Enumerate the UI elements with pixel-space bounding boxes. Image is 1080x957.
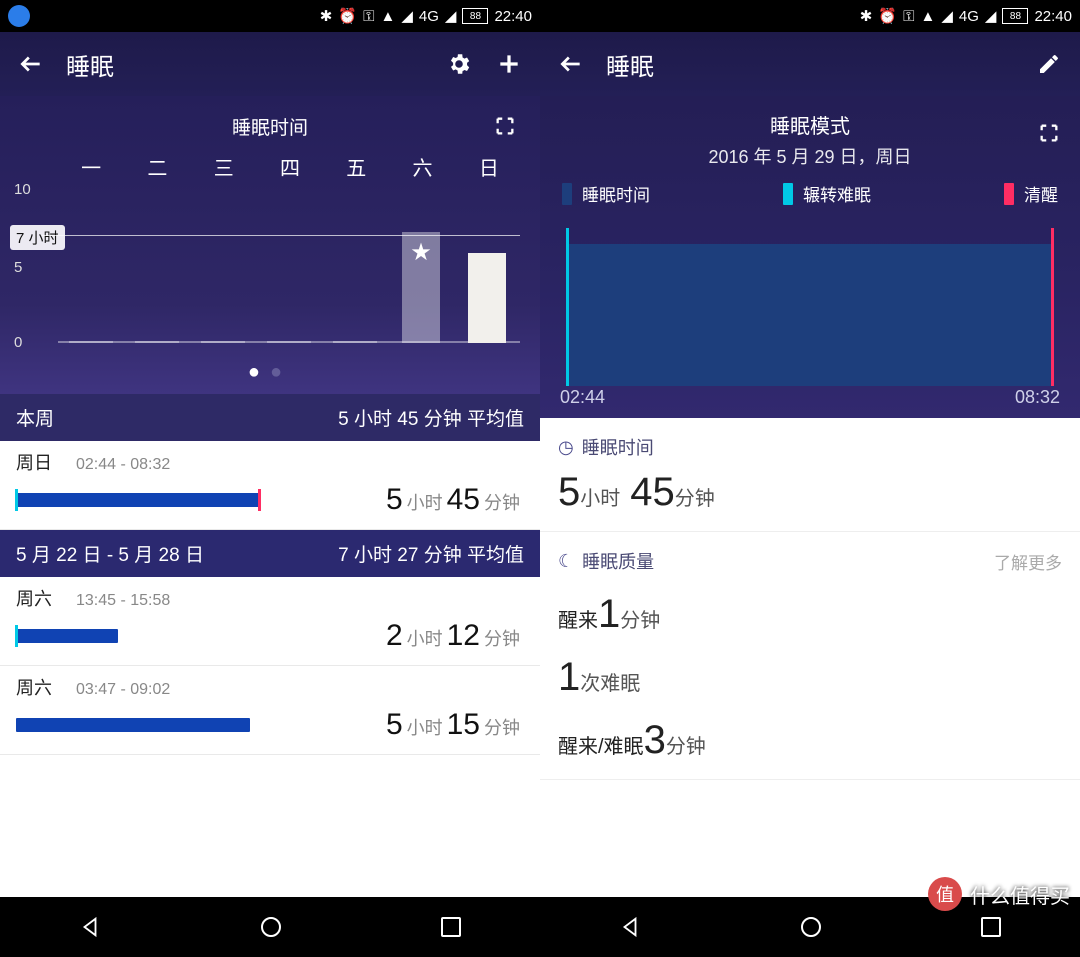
signal-icon: ◢ bbox=[941, 7, 953, 25]
clock-icon: ◷ bbox=[558, 437, 574, 458]
sleep-entry[interactable]: 周六03:47 - 09:02 5小时15分钟 bbox=[0, 666, 540, 755]
quality-label: 睡眠质量 bbox=[582, 548, 654, 574]
nav-home[interactable] bbox=[259, 915, 283, 939]
settings-button[interactable] bbox=[444, 49, 474, 79]
chart-title: 睡眠模式 bbox=[556, 110, 1064, 139]
wifi-icon: ▲ bbox=[920, 8, 935, 25]
app-bar: 睡眠 bbox=[0, 32, 540, 96]
legend-asleep: 睡眠时间 bbox=[582, 181, 650, 206]
sleep-entry[interactable]: 周日02:44 - 08:32 5小时45分钟 bbox=[0, 441, 540, 530]
back-button[interactable] bbox=[556, 49, 586, 79]
legend: 睡眠时间 辗转难眠 清醒 bbox=[556, 169, 1064, 212]
moon-icon: ☾ bbox=[558, 551, 574, 572]
alarm-icon: ⏰ bbox=[878, 7, 897, 25]
wifi-icon: ▲ bbox=[380, 8, 395, 25]
page-title: 睡眠 bbox=[606, 47, 1014, 82]
weekday-labels: 一二三四五六日 bbox=[10, 146, 530, 185]
qq-icon bbox=[8, 5, 30, 27]
bluetooth-icon: ✱ bbox=[320, 7, 333, 25]
alarm-icon: ⏰ bbox=[338, 7, 357, 25]
fullscreen-button[interactable] bbox=[490, 111, 520, 141]
key-icon: ⚿ bbox=[363, 8, 374, 25]
sleep-entry[interactable]: 周六13:45 - 15:58 2小时12分钟 bbox=[0, 577, 540, 666]
nav-recent[interactable] bbox=[981, 917, 1001, 937]
quality-card: ☾ 睡眠质量 了解更多 醒来1分钟 1次难眠 醒来/难眠3分钟 bbox=[540, 532, 1080, 780]
section-header: 本周5 小时 45 分钟 平均值 bbox=[0, 394, 540, 441]
network-label: 4G bbox=[959, 8, 979, 25]
page-indicator[interactable]: ●● bbox=[10, 355, 530, 394]
ytick-10: 10 bbox=[14, 181, 31, 198]
signal2-icon: ◢ bbox=[985, 7, 997, 25]
signal2-icon: ◢ bbox=[445, 7, 457, 25]
nav-recent[interactable] bbox=[441, 917, 461, 937]
watermark-badge: 值 bbox=[928, 877, 962, 911]
android-nav bbox=[0, 897, 540, 957]
page-title: 睡眠 bbox=[66, 47, 424, 82]
right-screen: ✱ ⏰ ⚿ ▲ ◢ 4G ◢ 88 22:40 睡眠 睡眠模式 2016 年 5… bbox=[540, 0, 1080, 957]
battery-icon: 88 bbox=[462, 8, 488, 24]
bluetooth-icon: ✱ bbox=[860, 7, 873, 25]
ytick-0: 0 bbox=[14, 334, 22, 351]
chart-date: 2016 年 5 月 29 日，周日 bbox=[556, 143, 1064, 169]
left-screen: ✱ ⏰ ⚿ ▲ ◢ 4G ◢ 88 22:40 睡眠 睡眠时间 bbox=[0, 0, 540, 957]
duration-label: 睡眠时间 bbox=[582, 434, 654, 460]
goal-chip: 7 小时 bbox=[10, 225, 65, 250]
clock-text: 22:40 bbox=[1034, 8, 1072, 25]
network-label: 4G bbox=[419, 8, 439, 25]
nav-home[interactable] bbox=[799, 915, 823, 939]
status-bar: ✱ ⏰ ⚿ ▲ ◢ 4G ◢ 88 22:40 bbox=[0, 0, 540, 32]
sleep-graph: 02:44 08:32 bbox=[556, 218, 1064, 408]
add-button[interactable] bbox=[494, 49, 524, 79]
chart-title: 睡眠时间 bbox=[232, 113, 308, 140]
app-bar: 睡眠 bbox=[540, 32, 1080, 96]
nav-back[interactable] bbox=[619, 916, 641, 938]
legend-awake: 清醒 bbox=[1024, 181, 1058, 206]
status-bar: ✱ ⏰ ⚿ ▲ ◢ 4G ◢ 88 22:40 bbox=[540, 0, 1080, 32]
signal-icon: ◢ bbox=[401, 7, 413, 25]
legend-restless: 辗转难眠 bbox=[803, 181, 871, 206]
start-time: 02:44 bbox=[560, 387, 605, 408]
sleep-pattern-chart[interactable]: 睡眠模式 2016 年 5 月 29 日，周日 睡眠时间 辗转难眠 清醒 02:… bbox=[540, 96, 1080, 418]
learn-more-link[interactable]: 了解更多 bbox=[994, 549, 1062, 574]
restless-marker bbox=[566, 228, 569, 386]
duration-card: ◷ 睡眠时间 5小时45分钟 bbox=[540, 418, 1080, 532]
clock-text: 22:40 bbox=[494, 8, 532, 25]
ytick-5: 5 bbox=[14, 259, 22, 276]
battery-icon: 88 bbox=[1002, 8, 1028, 24]
key-icon: ⚿ bbox=[903, 8, 914, 25]
awake-marker bbox=[1051, 228, 1054, 386]
nav-back[interactable] bbox=[79, 916, 101, 938]
edit-button[interactable] bbox=[1034, 49, 1064, 79]
section-header: 5 月 22 日 - 5 月 28 日7 小时 27 分钟 平均值 bbox=[0, 530, 540, 577]
watermark: 值 什么值得买 bbox=[928, 877, 1070, 911]
end-time: 08:32 bbox=[1015, 387, 1060, 408]
back-button[interactable] bbox=[16, 49, 46, 79]
week-chart[interactable]: 睡眠时间 一二三四五六日 10 5 0 7 小时 ★ ●● bbox=[0, 96, 540, 394]
